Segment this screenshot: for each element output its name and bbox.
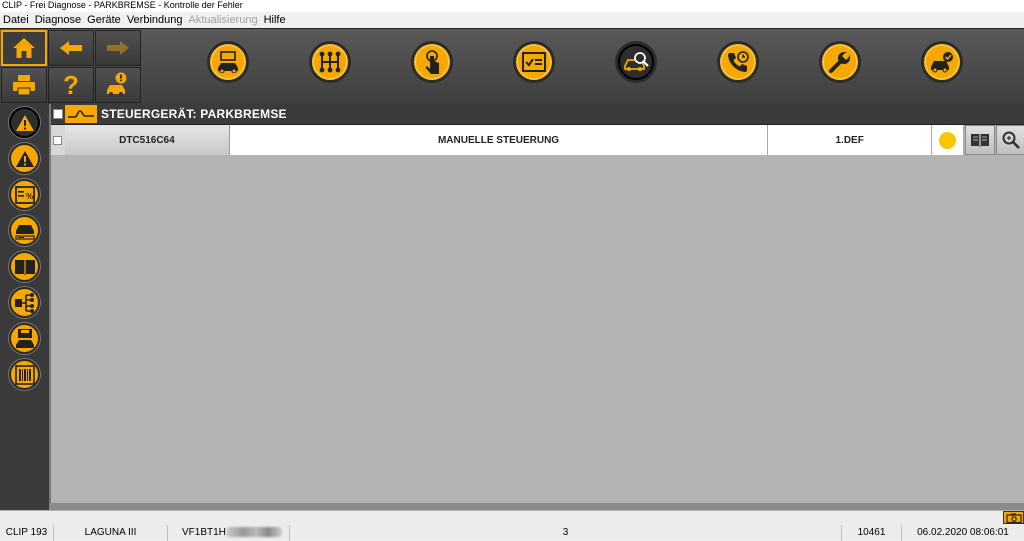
svg-text:%: %	[25, 192, 32, 201]
toolbar-vehicle-scan-button[interactable]	[615, 41, 657, 83]
touch-test-icon	[425, 50, 439, 74]
menu-hilfe[interactable]: Hilfe	[261, 12, 289, 28]
status-vehicle: LAGUNA III	[54, 525, 168, 541]
fault-status-dot	[939, 131, 957, 149]
fault-documentation-button[interactable]	[965, 125, 996, 155]
vehicle-alert-button[interactable]	[95, 67, 141, 103]
header-checkbox[interactable]	[53, 109, 63, 119]
screenshot-button[interactable]	[1003, 511, 1024, 524]
vehicle-config-icon	[14, 224, 35, 240]
menu-verbindung[interactable]: Verbindung	[124, 12, 186, 28]
manual-book-icon	[14, 259, 35, 275]
forward-button[interactable]	[95, 30, 141, 66]
checklist-icon	[522, 52, 546, 72]
workspace: STEUERGERÄT: PARKBREMSE DTC516C64 MANUEL…	[49, 104, 1024, 510]
redacted-vin	[225, 527, 282, 538]
toolbar-gearbox-button[interactable]	[309, 41, 351, 83]
fault-code: DTC516C64	[64, 125, 230, 155]
menu-geraete[interactable]: Geräte	[84, 12, 124, 28]
status-vin-prefix: VF1BT1H	[182, 527, 226, 538]
status-code: 10461	[842, 525, 902, 541]
magnifier-icon	[1002, 131, 1020, 149]
gearbox-icon	[319, 51, 341, 73]
sidebar-vehicle-config-button[interactable]	[9, 215, 40, 246]
parameters-percent-icon: %	[14, 185, 35, 204]
status-bar: CLIP 193 LAGUNA III VF1BT1H 3 10461 06.0…	[0, 510, 1024, 541]
menu-aktualisierung: Aktualisierung	[188, 14, 258, 26]
camera-icon	[1005, 513, 1022, 523]
menu-datei[interactable]: Datei	[0, 12, 32, 28]
menu-bar: Datei Diagnose Geräte Verbindung Aktuali…	[0, 12, 1024, 28]
printer-icon	[13, 75, 35, 96]
book-icon	[971, 134, 990, 147]
status-vin: VF1BT1H	[168, 525, 290, 541]
status-clip: CLIP 193	[0, 525, 54, 541]
vehicle-check-icon	[931, 52, 953, 73]
forward-arrow-icon	[107, 41, 129, 55]
save-vehicle-icon	[15, 328, 34, 348]
menu-diagnose[interactable]: Diagnose	[32, 12, 84, 28]
warning-icon	[15, 150, 34, 167]
fault-row[interactable]: DTC516C64 MANUELLE STEUERUNG 1.DEF	[51, 125, 1024, 155]
back-arrow-icon	[60, 41, 82, 55]
network-tree-icon	[14, 292, 34, 313]
help-button[interactable]: ?	[48, 67, 94, 103]
fault-row-checkbox[interactable]	[53, 135, 63, 145]
vehicle-alert-icon	[107, 72, 127, 96]
status-datetime: 06.02.2020 08:06:01	[917, 527, 1009, 538]
vehicle-identification-icon	[218, 51, 238, 73]
sidebar-fault-button[interactable]	[9, 107, 40, 138]
status-fields: CLIP 193 LAGUNA III VF1BT1H 3 10461 06.0…	[0, 525, 1024, 541]
print-button[interactable]	[1, 67, 47, 103]
wrench-icon	[829, 52, 850, 73]
fault-details-button[interactable]	[996, 125, 1024, 155]
toolbar-vehicle-check-button[interactable]	[921, 41, 963, 83]
fault-status: 1.DEF	[768, 125, 933, 155]
sidebar-warning-button[interactable]	[9, 143, 40, 174]
nav-grid: ?	[0, 29, 143, 105]
fault-indicator-cell	[932, 125, 965, 155]
fault-row-checkbox-cell[interactable]	[51, 125, 65, 155]
left-sidebar: %	[0, 104, 49, 510]
back-button[interactable]	[48, 30, 94, 66]
ecu-header-icon-box	[65, 105, 97, 123]
sidebar-save-vehicle-button[interactable]	[9, 323, 40, 354]
toolbar-vehicle-id-button[interactable]	[207, 41, 249, 83]
phone-support-icon	[728, 51, 749, 72]
fault-description: MANUELLE STEUERUNG	[229, 125, 769, 155]
fault-warning-icon	[15, 114, 34, 131]
barcode-icon	[14, 364, 35, 385]
home-icon	[13, 38, 35, 58]
sidebar-parameters-button[interactable]: %	[9, 179, 40, 210]
toolbar-touch-button[interactable]	[411, 41, 453, 83]
help-question-icon: ?	[63, 72, 79, 98]
workspace-bottom-bar	[49, 503, 1024, 510]
vehicle-scan-icon	[624, 52, 649, 71]
waveform-icon	[68, 110, 94, 118]
window-title: CLIP - Frei Diagnose - PARKBREMSE - Kont…	[0, 0, 1024, 12]
sidebar-manual-button[interactable]	[9, 251, 40, 282]
toolbar-wrench-button[interactable]	[819, 41, 861, 83]
main-toolbar: ?	[0, 28, 1024, 104]
ecu-header: STEUERGERÄT: PARKBREMSE	[51, 104, 1024, 124]
ecu-title: STEUERGERÄT: PARKBREMSE	[101, 107, 287, 121]
sidebar-barcode-button[interactable]	[9, 359, 40, 390]
status-count: 3	[290, 525, 842, 541]
toolbar-checklist-button[interactable]	[513, 41, 555, 83]
sidebar-network-button[interactable]	[9, 287, 40, 318]
toolbar-support-button[interactable]	[717, 41, 759, 83]
home-button[interactable]	[1, 30, 47, 66]
svg-text:?: ?	[63, 72, 79, 98]
